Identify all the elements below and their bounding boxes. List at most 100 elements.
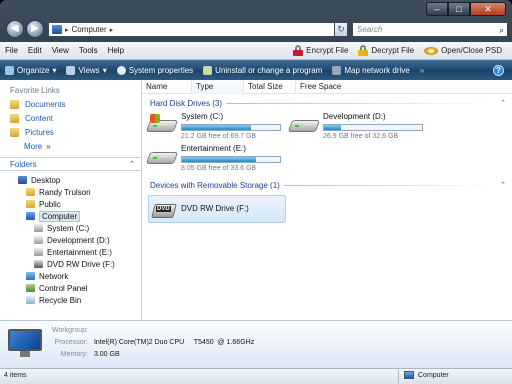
column-header-row: Name Type Total Size Free Space xyxy=(142,79,512,94)
detail-processor: Processor: Intel(R) Core(TM)2 Duo CPU T5… xyxy=(48,339,255,346)
uninstall-icon xyxy=(203,65,213,75)
group-title-label: Devices with Removable Storage (1) xyxy=(150,180,280,190)
computer-monitor-icon xyxy=(8,329,42,357)
hard-drive-icon xyxy=(34,248,43,256)
favorite-content[interactable]: Content xyxy=(0,111,141,125)
tree-item-public[interactable]: Public xyxy=(0,198,141,210)
system-properties-button[interactable]: System properties xyxy=(112,65,198,75)
hard-drive-icon xyxy=(34,236,43,244)
views-button[interactable]: Views ▾ xyxy=(61,65,111,75)
encrypt-file-button[interactable]: Encrypt File xyxy=(293,45,348,56)
tree-item-system-c[interactable]: System (C:) xyxy=(0,222,141,234)
column-name[interactable]: Name xyxy=(142,79,192,94)
dvd-drive-icon xyxy=(34,260,43,268)
dvd-drive-icon: DVD xyxy=(151,198,177,220)
menu-edit[interactable]: Edit xyxy=(23,46,47,55)
maximize-button[interactable]: □ xyxy=(448,2,470,16)
drive-name: DVD RW Drive (F:) xyxy=(181,204,249,213)
tree-item-desktop[interactable]: Desktop xyxy=(0,174,141,186)
more-link[interactable]: More » xyxy=(0,139,141,153)
command-toolbar: Organize ▾ Views ▾ System properties Uni… xyxy=(0,60,512,80)
control-panel-icon xyxy=(26,284,35,292)
computer-icon xyxy=(52,25,62,34)
menu-file[interactable]: File xyxy=(0,46,23,55)
favorite-documents[interactable]: Documents xyxy=(0,97,141,111)
toolbar-overflow-button[interactable]: » xyxy=(415,66,429,75)
tree-item-user[interactable]: Randy Trulson xyxy=(0,186,141,198)
tree-label: Computer xyxy=(39,210,81,222)
menu-view[interactable]: View xyxy=(47,46,74,55)
group-removable-storage[interactable]: Devices with Removable Storage (1) ⌃ xyxy=(142,179,512,191)
detail-memory: Memory: 3.00 GB xyxy=(48,351,120,358)
status-bar: 4 items Computer xyxy=(0,368,512,384)
navigation-pane: Favorite Links Documents Content Picture… xyxy=(0,80,142,320)
encrypt-file-label: Encrypt File xyxy=(306,46,349,55)
favorite-pictures[interactable]: Pictures xyxy=(0,125,141,139)
drive-free-space: 8.05 GB free of 33.6 GB xyxy=(181,165,257,172)
menu-help[interactable]: Help xyxy=(103,46,129,55)
chevron-up-icon: ⌃ xyxy=(500,100,506,107)
uninstall-program-button[interactable]: Uninstall or change a program xyxy=(198,65,327,75)
folder-tree: Desktop Randy Trulson Public Computer Sy… xyxy=(0,171,141,306)
decrypt-file-label: Decrypt File xyxy=(371,46,415,55)
folders-header[interactable]: Folders ⌃ xyxy=(0,157,141,171)
group-hard-disk-drives[interactable]: Hard Disk Drives (3) ⌃ xyxy=(142,97,512,109)
title-bar: – □ ✕ ◀ ▶ ▸ Computer ▸ ▾ ↻ Search ⌕ xyxy=(0,0,512,42)
refresh-button[interactable]: ↻ xyxy=(334,22,348,37)
drive-free-space: 26.9 GB free of 32.6 GB xyxy=(323,133,399,140)
drive-dvd-f[interactable]: DVD DVD RW Drive (F:) xyxy=(148,195,286,223)
more-label: More xyxy=(24,141,43,151)
search-placeholder: Search xyxy=(357,25,383,34)
organize-button[interactable]: Organize ▾ xyxy=(0,65,61,75)
window-controls: – □ ✕ xyxy=(426,2,506,16)
tree-item-computer[interactable]: Computer xyxy=(0,210,141,222)
tree-label: Randy Trulson xyxy=(39,187,91,197)
system-properties-label: System properties xyxy=(128,65,194,75)
system-properties-icon xyxy=(116,65,126,75)
map-network-drive-button[interactable]: Map network drive xyxy=(327,65,414,75)
drive-usage-fill xyxy=(182,157,257,162)
tree-item-control-panel[interactable]: Control Panel xyxy=(0,282,141,294)
disc-icon xyxy=(424,46,439,55)
column-free-space[interactable]: Free Space xyxy=(296,80,356,94)
tree-label: Entertainment (E:) xyxy=(47,247,112,257)
drive-name: Entertainment (E:) xyxy=(181,144,246,153)
menu-tools[interactable]: Tools xyxy=(74,46,103,55)
drive-development-d[interactable]: Development (D:) 26.9 GB free of 32.6 GB xyxy=(287,112,423,140)
tree-label: Control Panel xyxy=(39,283,88,293)
minimize-button[interactable]: – xyxy=(426,2,448,16)
organize-icon xyxy=(5,65,14,75)
tree-item-development-d[interactable]: Development (D:) xyxy=(0,234,141,246)
help-icon[interactable]: ? xyxy=(493,64,504,76)
tree-item-recycle-bin[interactable]: Recycle Bin xyxy=(0,294,141,306)
double-chevron-icon: » xyxy=(46,141,51,151)
tree-label: System (C:) xyxy=(47,223,90,233)
tree-item-entertainment-e[interactable]: Entertainment (E:) xyxy=(0,246,141,258)
drive-usage-fill xyxy=(182,125,251,130)
column-type[interactable]: Type xyxy=(192,79,244,94)
search-icon[interactable]: ⌕ xyxy=(499,24,504,37)
address-bar[interactable]: ▸ Computer ▸ ▾ xyxy=(48,22,348,37)
decrypt-file-button[interactable]: Decrypt File xyxy=(358,45,414,56)
close-button[interactable]: ✕ xyxy=(470,2,506,16)
search-input[interactable]: Search ⌕ xyxy=(352,22,508,37)
breadcrumb-computer[interactable]: Computer xyxy=(72,25,107,34)
hard-drive-icon xyxy=(145,112,179,136)
folder-icon xyxy=(10,113,19,123)
tree-item-dvd-f[interactable]: DVD RW Drive (F:) xyxy=(0,258,141,270)
tree-item-network[interactable]: Network xyxy=(0,270,141,282)
open-close-psd-button[interactable]: Open/Close PSD xyxy=(424,46,502,55)
drive-entertainment-e[interactable]: Entertainment (E:) 8.05 GB free of 33.6 … xyxy=(145,144,281,172)
favorite-links-title: Favorite Links xyxy=(10,86,60,95)
column-total-size[interactable]: Total Size xyxy=(244,79,296,94)
breadcrumb-arrow-icon[interactable]: ▸ xyxy=(110,26,114,34)
folder-icon xyxy=(10,127,19,137)
drive-usage-fill xyxy=(324,125,341,130)
chevron-up-icon: ⌃ xyxy=(500,182,506,189)
breadcrumb-separator-icon[interactable]: ▸ xyxy=(65,26,69,34)
detail-value: Intel(R) Core(TM)2 Duo CPU T5450 @ 1.66G… xyxy=(93,339,255,346)
forward-button[interactable]: ▶ xyxy=(26,20,44,38)
drive-system-c[interactable]: System (C:) 21.2 GB free of 69.7 GB xyxy=(145,112,281,140)
back-button[interactable]: ◀ xyxy=(6,20,24,38)
lock-yellow-icon xyxy=(358,45,369,56)
